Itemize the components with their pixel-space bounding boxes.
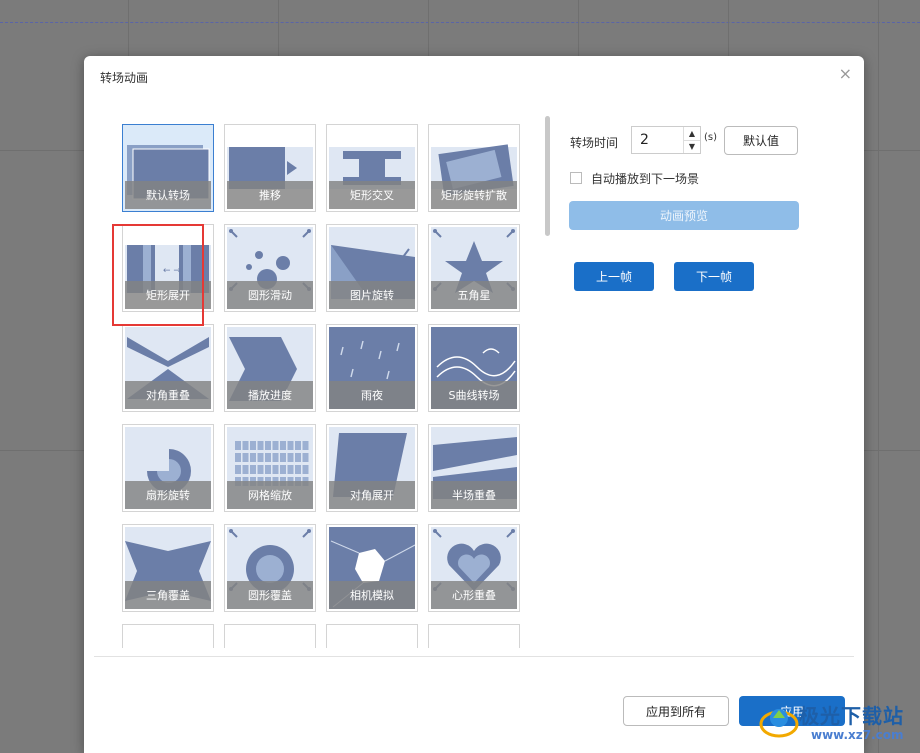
transition-label: 圆形滑动 — [227, 281, 313, 309]
duration-value[interactable]: 2 — [640, 132, 649, 148]
guide-line — [0, 22, 920, 23]
transition-tile[interactable] — [224, 624, 316, 648]
grid-scrollbar[interactable] — [545, 116, 550, 236]
transition-label: 五角星 — [431, 281, 517, 309]
transition-label: 图片旋转 — [329, 281, 415, 309]
transition-tile[interactable]: 五角星 — [428, 224, 520, 312]
transition-tile[interactable]: 三角覆盖 — [122, 524, 214, 612]
transition-label: 雨夜 — [329, 381, 415, 409]
transition-tile[interactable]: 网格缩放 — [224, 424, 316, 512]
transition-tile[interactable]: 对角重叠 — [122, 324, 214, 412]
watermark: 极光下载站 www.xz7.com — [755, 696, 915, 748]
transition-label: 默认转场 — [125, 181, 211, 209]
transition-dialog: 转场动画 × 默认转场 推移 矩形交叉 矩形旋转扩散 ← → 矩形展开 圆形滑动 图片旋转 五角… — [84, 56, 864, 753]
transition-label: 相机模拟 — [329, 581, 415, 609]
transition-tile[interactable]: 心形重叠 — [428, 524, 520, 612]
footer-divider — [94, 656, 854, 657]
transition-tile[interactable]: 矩形交叉 — [326, 124, 418, 212]
transition-label: 三角覆盖 — [125, 581, 211, 609]
transition-tile[interactable]: 矩形旋转扩散 — [428, 124, 520, 212]
preview-button[interactable]: 动画预览 — [569, 201, 799, 230]
autoplay-label[interactable]: 自动播放到下一场景 — [591, 170, 699, 187]
duration-label: 转场时间 — [570, 136, 619, 150]
default-value-button[interactable]: 默认值 — [724, 126, 798, 155]
transition-tile[interactable]: 圆形滑动 — [224, 224, 316, 312]
transition-label: 推移 — [227, 181, 313, 209]
transition-label: 对角展开 — [329, 481, 415, 509]
transition-label: 圆形覆盖 — [227, 581, 313, 609]
watermark-url: www.xz7.com — [811, 728, 904, 742]
watermark-logo-icon — [759, 709, 799, 738]
transition-label: 扇形旋转 — [125, 481, 211, 509]
transition-label: 半场重叠 — [431, 481, 517, 509]
duration-unit: (s) — [704, 132, 718, 143]
dialog-title: 转场动画 — [100, 71, 149, 85]
transition-label: S曲线转场 — [431, 381, 517, 409]
close-icon[interactable]: × — [839, 66, 852, 82]
transition-label: 心形重叠 — [431, 581, 517, 609]
transition-tile[interactable] — [428, 624, 520, 648]
watermark-text: 极光下载站 — [799, 704, 904, 728]
autoplay-checkbox[interactable] — [570, 172, 582, 184]
transition-tile[interactable]: 扇形旋转 — [122, 424, 214, 512]
transition-tile[interactable]: 推移 — [224, 124, 316, 212]
stepper-buttons: ▲ ▼ — [683, 127, 700, 153]
stepper-down-icon[interactable]: ▼ — [684, 140, 700, 153]
transition-tile[interactable]: 对角展开 — [326, 424, 418, 512]
transition-label: 矩形交叉 — [329, 181, 415, 209]
grid-line — [878, 0, 879, 753]
prev-frame-button[interactable]: 上一帧 — [574, 262, 654, 291]
transition-label: 播放进度 — [227, 381, 313, 409]
transition-tile[interactable]: 图片旋转 — [326, 224, 418, 312]
stepper-up-icon[interactable]: ▲ — [684, 127, 700, 141]
transition-label: 网格缩放 — [227, 481, 313, 509]
transition-tile[interactable]: S曲线转场 — [428, 324, 520, 412]
transition-tile[interactable]: 默认转场 — [122, 124, 214, 212]
highlight-box — [112, 224, 204, 326]
transition-tile[interactable]: 圆形覆盖 — [224, 524, 316, 612]
transition-tile[interactable]: 播放进度 — [224, 324, 316, 412]
next-frame-button[interactable]: 下一帧 — [674, 262, 754, 291]
transition-tile[interactable]: 雨夜 — [326, 324, 418, 412]
transition-tile[interactable] — [122, 624, 214, 648]
transition-tile[interactable] — [326, 624, 418, 648]
apply-all-button[interactable]: 应用到所有 — [623, 696, 729, 726]
duration-stepper[interactable]: 2 ▲ ▼ — [631, 126, 701, 154]
transition-grid: 默认转场 推移 矩形交叉 矩形旋转扩散 ← → 矩形展开 圆形滑动 图片旋转 五角星 对角重叠 播放… — [122, 124, 532, 648]
transition-label: 矩形旋转扩散 — [431, 181, 517, 209]
transition-tile[interactable]: 半场重叠 — [428, 424, 520, 512]
transition-tile[interactable]: 相机模拟 — [326, 524, 418, 612]
transition-label: 对角重叠 — [125, 381, 211, 409]
